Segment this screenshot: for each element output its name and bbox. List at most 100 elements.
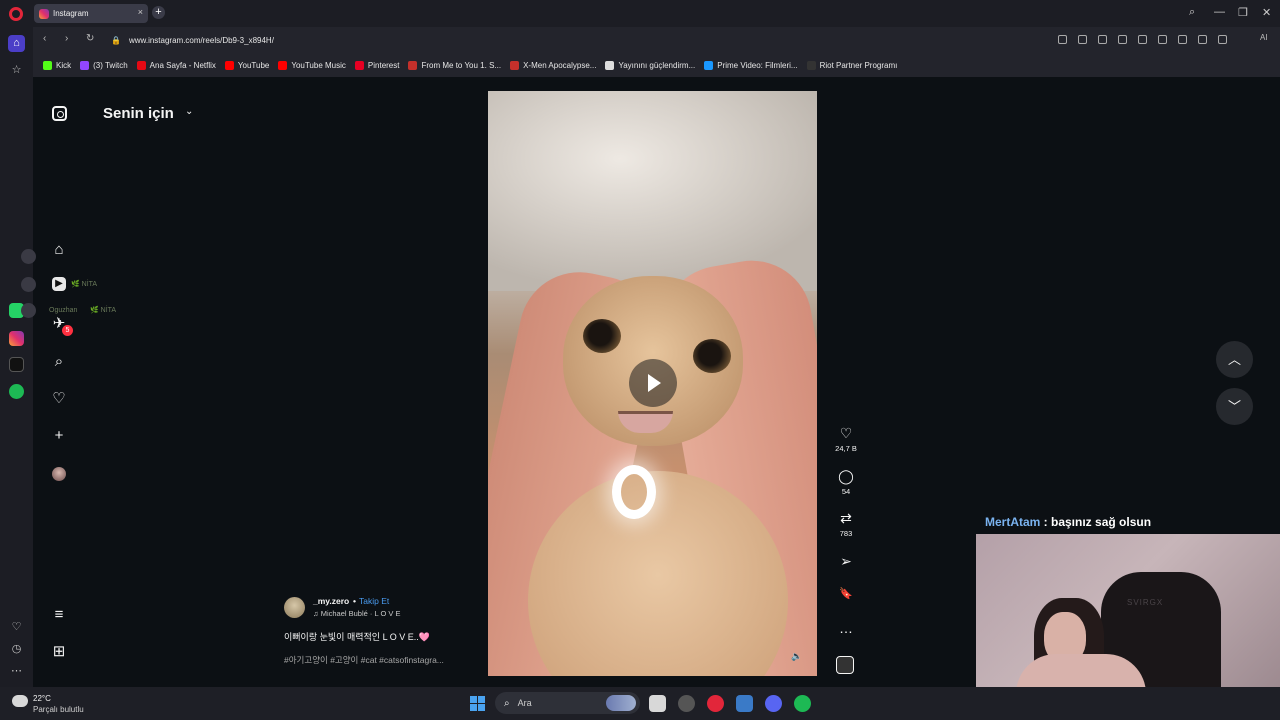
taskbar-search[interactable]: ⌕ Ara xyxy=(495,692,640,714)
ghost-tag: 🌿 NİTA xyxy=(71,281,98,288)
back-button[interactable]: ‹ xyxy=(43,33,46,44)
bookmark-item[interactable]: Prime Video: Filmleri... xyxy=(704,60,798,70)
bookmark-item[interactable]: YouTube Music xyxy=(278,60,346,70)
forward-button[interactable]: › xyxy=(65,33,68,44)
repost-action[interactable]: ⇄ 783 xyxy=(833,510,859,538)
sidebar-star-icon[interactable]: ☆ xyxy=(8,62,25,79)
edit-icon[interactable] xyxy=(1058,35,1067,44)
home-nav-icon[interactable]: ⌂ xyxy=(49,240,69,260)
save-action[interactable]: 🔖 xyxy=(833,587,859,600)
post-hashtags[interactable]: #아기고양이 #고양이 #cat #catsofinstagra... xyxy=(284,654,444,666)
feed-title[interactable]: Senin için xyxy=(103,105,174,122)
weather-cloud-icon[interactable] xyxy=(12,695,28,707)
repost-icon[interactable]: ⇄ xyxy=(833,510,859,527)
app-icon[interactable] xyxy=(678,695,695,712)
notifications-nav-icon[interactable]: ♡ xyxy=(49,389,69,409)
search-icon: ⌕ xyxy=(504,697,510,709)
menu-icon[interactable] xyxy=(1178,35,1187,44)
audio-label[interactable]: ♫ Michael Bublé · L O V E xyxy=(313,609,400,618)
minimize-button[interactable]: — xyxy=(1214,6,1225,18)
player-icon[interactable] xyxy=(1118,35,1127,44)
spotify-icon[interactable] xyxy=(9,384,24,399)
play-button[interactable] xyxy=(629,359,677,407)
url-field[interactable]: 🔒 www.instagram.com/reels/Db9-3_x894H/ xyxy=(111,30,1041,50)
audio-thumbnail[interactable] xyxy=(836,656,854,674)
bookmark-icon[interactable]: 🔖 xyxy=(833,587,859,600)
camera-icon[interactable] xyxy=(1078,35,1087,44)
chevron-down-icon[interactable]: ⌄ xyxy=(185,106,193,117)
bookmark-favicon-icon xyxy=(354,60,364,70)
maximize-button[interactable]: ❐ xyxy=(1238,6,1248,19)
bookmark-item[interactable]: X-Men Apocalypse... xyxy=(510,60,597,70)
author-name[interactable]: _my.zero xyxy=(313,596,349,606)
more-apps-nav-icon[interactable]: ⊞ xyxy=(49,642,69,662)
previous-reel-button[interactable]: ︿ xyxy=(1216,341,1253,378)
bookmark-item[interactable]: YouTube xyxy=(224,60,270,70)
more-action[interactable]: … xyxy=(833,620,859,636)
bookmark-item[interactable]: Ana Sayfa - Netflix xyxy=(136,60,216,70)
sidebar-home-icon[interactable]: ⌂ xyxy=(8,35,25,52)
app-icon[interactable] xyxy=(736,695,753,712)
shield-icon[interactable] xyxy=(1098,35,1107,44)
tab-instagram[interactable]: Instagram × xyxy=(34,4,148,23)
profile-avatar[interactable] xyxy=(52,467,66,481)
windows-start-icon[interactable] xyxy=(470,696,485,711)
search-nav-icon[interactable]: ⌕ xyxy=(49,352,69,372)
instagram-sidebar-icon[interactable] xyxy=(9,331,24,346)
reels-nav-icon[interactable]: ▶ xyxy=(52,277,66,291)
bookmark-favicon-icon xyxy=(704,60,714,70)
heart-icon[interactable]: ♡ xyxy=(833,425,859,442)
follow-button[interactable]: Takip Et xyxy=(359,596,389,606)
more-dots-icon[interactable]: … xyxy=(833,620,859,636)
tab-search-icon[interactable]: ⌕ xyxy=(1189,6,1195,19)
bookmark-item[interactable]: Yayınını güçlendirm... xyxy=(605,60,695,70)
new-tab-button[interactable]: + xyxy=(152,6,165,19)
extensions-icon[interactable] xyxy=(1218,35,1227,44)
bookmark-favicon-icon xyxy=(806,60,816,70)
comment-icon[interactable]: ◯ xyxy=(833,468,859,485)
reel-video[interactable]: 🔈 xyxy=(488,91,817,676)
heart-icon[interactable] xyxy=(1138,35,1147,44)
bookmark-item[interactable]: Pinterest xyxy=(354,60,399,70)
discord-icon[interactable] xyxy=(765,695,782,712)
bookmark-item[interactable]: From Me to You 1. S... xyxy=(408,60,501,70)
lock-icon: 🔒 xyxy=(111,35,121,45)
bookmark-label: X-Men Apocalypse... xyxy=(523,60,597,70)
menu-nav-icon[interactable]: ≡ xyxy=(49,605,69,625)
sidebar-heart-icon[interactable]: ♡ xyxy=(8,619,25,636)
opera-taskbar-icon[interactable] xyxy=(707,695,724,712)
bookmark-item[interactable]: (3) Twitch xyxy=(80,60,128,70)
bookmark-item[interactable]: Kick xyxy=(43,60,71,70)
create-nav-icon[interactable]: + xyxy=(49,426,69,446)
download-icon[interactable] xyxy=(1158,35,1167,44)
tab-close-icon[interactable]: × xyxy=(138,7,143,17)
spotify-taskbar-icon[interactable] xyxy=(794,695,811,712)
bookmark-label: Ana Sayfa - Netflix xyxy=(149,60,216,70)
next-reel-button[interactable]: ﹀ xyxy=(1216,388,1253,425)
url-text[interactable]: www.instagram.com/reels/Db9-3_x894H/ xyxy=(129,36,274,45)
share-icon[interactable]: ➢ xyxy=(833,553,859,570)
weather-condition[interactable]: Parçalı bulutlu xyxy=(33,705,84,714)
close-window-button[interactable]: ✕ xyxy=(1262,6,1271,19)
bookmark-label: YouTube xyxy=(237,60,270,70)
profile-icon[interactable] xyxy=(1198,35,1207,44)
share-action[interactable]: ➢ xyxy=(833,553,859,570)
bookmark-item[interactable]: Riot Partner Programı xyxy=(806,60,897,70)
task-view-icon[interactable] xyxy=(649,695,666,712)
x-twitter-icon[interactable] xyxy=(9,357,24,372)
sidebar-more-icon[interactable]: ⋯ xyxy=(8,663,25,680)
aria-ai-button[interactable]: AI xyxy=(1260,33,1268,42)
bookmarks-bar: Kick (3) Twitch Ana Sayfa - Netflix YouTube… xyxy=(33,53,1280,77)
ghost-tag: 🌿 NİTA xyxy=(90,307,117,314)
sidebar-history-icon[interactable]: ◷ xyxy=(8,641,25,658)
like-action[interactable]: ♡ 24,7 B xyxy=(833,425,859,453)
author-avatar[interactable] xyxy=(284,597,305,618)
reload-button[interactable]: ↻ xyxy=(86,33,94,44)
address-bar: ‹ › ↻ 🔒 www.instagram.com/reels/Db9-3_x8… xyxy=(33,27,1280,53)
weather-temperature[interactable]: 22°C xyxy=(33,694,51,703)
mute-icon[interactable]: 🔈 xyxy=(791,651,802,662)
comment-action[interactable]: ◯ 54 xyxy=(833,468,859,496)
opera-menu-icon[interactable] xyxy=(9,7,23,21)
instagram-logo-icon[interactable] xyxy=(52,106,67,121)
streamer-body xyxy=(1016,654,1146,687)
